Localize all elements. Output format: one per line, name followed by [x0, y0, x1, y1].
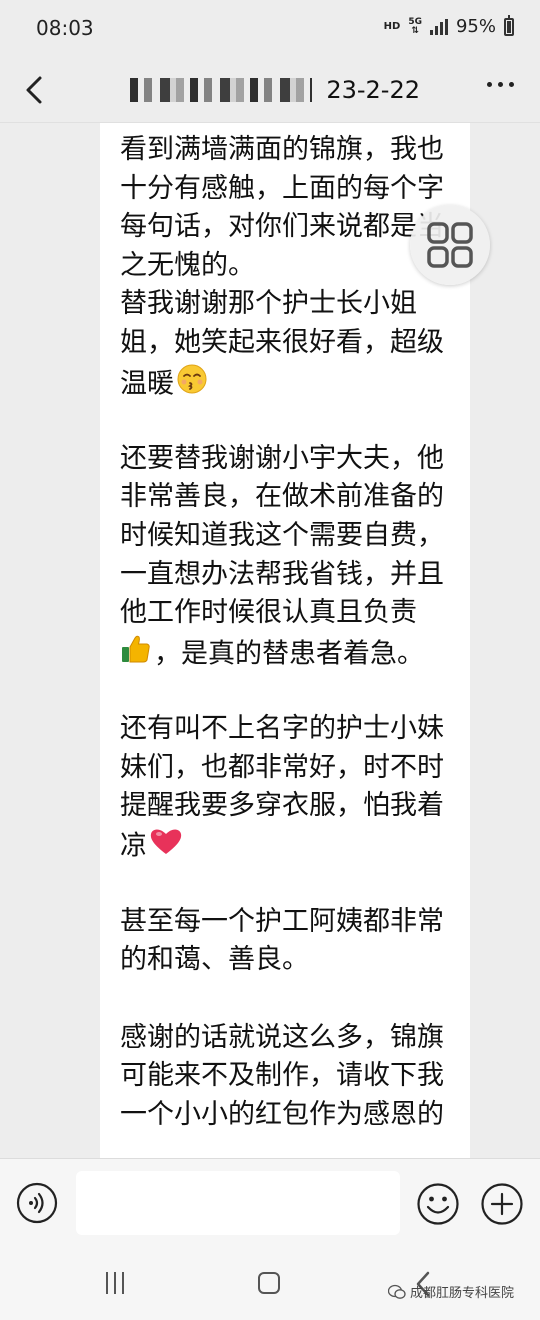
back-button[interactable]	[14, 70, 54, 110]
thumbs-up-emoji-icon	[120, 633, 152, 677]
message-bubble[interactable]: 看到满墙满面的锦旗，我也 十分有感触，上面的每个字 每句话，对你们来说都是当 之…	[100, 123, 470, 1158]
message-line: 之无愧的。	[120, 249, 255, 281]
red-heart-emoji-icon	[149, 826, 183, 868]
message-line: 妹们，也都非常好，时不时	[120, 751, 444, 783]
battery-percent: 95%	[455, 16, 496, 37]
message-line: 感谢的话就说这么多，锦旗	[120, 1021, 444, 1053]
status-bar: 08:03 HD 5G ⇅ 95%	[0, 0, 540, 60]
watermark-text: 成都肛肠专科医院	[410, 1286, 515, 1301]
voice-button[interactable]	[16, 1182, 58, 1224]
battery-icon	[504, 14, 514, 36]
message-line-with-emoji: 温暖	[120, 363, 452, 402]
network-5g-icon: 5G ⇅	[408, 17, 422, 36]
kissing-face-emoji-icon	[176, 363, 208, 407]
more-dot	[498, 82, 503, 87]
message-line-with-emoji: 凉	[120, 826, 452, 865]
message-line: 一直想办法帮我省钱，并且	[120, 558, 444, 590]
chevron-left-icon	[26, 76, 42, 104]
message-line: 替我谢谢那个护士长小姐	[120, 288, 417, 320]
chat-header: 23-2-22	[0, 60, 540, 123]
message-text: 温暖	[120, 367, 174, 399]
message-line: 还有叫不上名字的护士小妹	[120, 712, 444, 744]
message-text: ，是真的替患者着急。	[154, 638, 424, 670]
chat-title-text: 23-2-22	[326, 76, 420, 104]
message-input[interactable]	[76, 1171, 400, 1235]
message-line: 非常善良，在做术前准备的	[120, 481, 444, 513]
more-dot	[487, 82, 492, 87]
more-dot	[509, 82, 514, 87]
message-line: 时候知道我这个需要自费，	[120, 519, 444, 551]
chat-area[interactable]: 看到满墙满面的锦旗，我也 十分有感触，上面的每个字 每句话，对你们来说都是当 之…	[0, 123, 540, 1158]
message-line	[120, 401, 452, 440]
more-button[interactable]	[487, 82, 514, 87]
recent-apps-bar	[106, 1272, 108, 1294]
message-line: 看到满墙满面的锦旗，我也	[120, 134, 444, 165]
message-line-with-emoji: ，是真的替患者着急。	[120, 633, 452, 672]
signal-icon	[429, 18, 448, 35]
emoji-button[interactable]	[416, 1182, 460, 1226]
watermark: 成都肛肠专科医院	[388, 1282, 514, 1301]
floating-window-button[interactable]	[410, 205, 490, 285]
home-button[interactable]	[258, 1272, 280, 1294]
recent-apps-button[interactable]	[106, 1272, 124, 1294]
plus-icon	[481, 1183, 523, 1225]
recent-apps-bar	[122, 1272, 124, 1294]
input-bar	[0, 1158, 540, 1251]
more-functions-button[interactable]	[480, 1182, 524, 1226]
wechat-logo-icon	[388, 1284, 406, 1299]
hd-icon: HD	[383, 21, 401, 32]
message-line: 姐，她笑起来很好看，超级	[120, 326, 444, 358]
message-line: 十分有感触，上面的每个字	[120, 172, 444, 204]
message-line	[120, 864, 452, 903]
message-line: 一个小小的红包作为感恩的	[120, 1098, 444, 1130]
message-line: 甚至每一个护工阿姨都非常	[120, 905, 444, 937]
message-line: 提醒我要多穿衣服，怕我着	[120, 790, 444, 822]
message-line	[120, 671, 452, 710]
message-line: 他工作时候很认真且负责	[120, 597, 417, 629]
message-line: 还要替我谢谢小宇大夫，他	[120, 442, 444, 474]
recent-apps-bar	[114, 1272, 116, 1294]
voice-icon	[16, 1182, 58, 1224]
message-line: 可能来不及制作，请收下我	[120, 1060, 444, 1092]
system-navigation-bar: 成都肛肠专科医院	[0, 1250, 540, 1320]
message-line: 的和蔼、善良。	[120, 944, 309, 976]
status-time: 08:03	[36, 16, 94, 40]
grid-icon	[427, 222, 473, 268]
network-arrows: ⇅	[411, 25, 419, 36]
message-line	[120, 980, 452, 1019]
smiley-icon	[417, 1183, 459, 1225]
message-text: 凉	[120, 829, 147, 861]
status-indicators: HD 5G ⇅ 95%	[383, 14, 514, 37]
chat-title: 23-2-22	[130, 72, 420, 108]
message-line: 每句话，对你们来说都是当	[120, 211, 444, 243]
